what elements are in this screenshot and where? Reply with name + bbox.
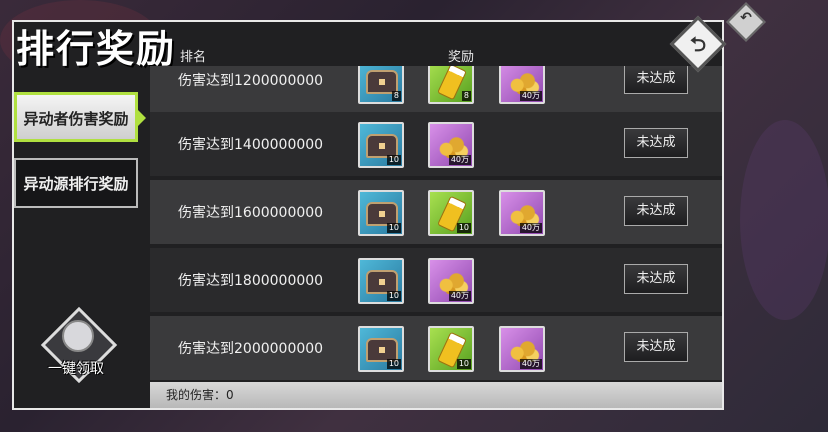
return-arrow-icon: ↶ [740,10,752,26]
item-quantity: 10 [386,223,401,233]
claim-status-button[interactable]: 未达成 [624,128,688,158]
reward-row: 伤害达到1800000000 10 40万 未达成 [150,248,722,312]
tab-source-ranking-reward[interactable]: 异动源排行奖励 [14,158,138,208]
item-quantity: 40万 [448,291,471,301]
coins-reward-item[interactable]: 40万 [499,66,545,104]
chest-reward-item[interactable]: 8 [358,66,404,104]
damage-threshold-label: 伤害达到1600000000 [178,205,324,221]
item-quantity: 10 [386,291,401,301]
chest-reward-item[interactable]: 10 [358,190,404,236]
damage-threshold-label: 伤害达到1200000000 [178,73,324,89]
item-quantity: 40万 [519,223,542,233]
tab-survivor-damage-reward[interactable]: 异动者伤害奖励 [14,92,138,142]
item-quantity: 10 [456,359,471,369]
claim-status-button[interactable]: 未达成 [624,264,688,294]
reward-list[interactable]: 伤害达到1200000000 8 8 40万 未达成 伤害达到1400000000 10 40… [150,66,722,380]
item-quantity: 10 [386,155,401,165]
coins-reward-item[interactable]: 40万 [499,190,545,236]
claim-status-button[interactable]: 未达成 [624,196,688,226]
damage-threshold-label: 伤害达到2000000000 [178,341,324,357]
item-quantity: 8 [391,91,401,101]
page-title: 排行奖励 [16,26,177,71]
chest-reward-item[interactable]: 10 [358,258,404,304]
vial-reward-item[interactable]: 8 [428,66,474,104]
reward-row: 伤害达到1200000000 8 8 40万 未达成 [150,66,722,112]
claim-status-button[interactable]: 未达成 [624,332,688,362]
back-button[interactable]: ⮌ [669,15,727,73]
claim-status-button[interactable]: 未达成 [624,66,688,94]
character-portrait-icon [62,320,94,352]
reward-row: 伤害达到2000000000 10 10 40万 未达成 [150,316,722,380]
back-arrow-icon: ⮌ [689,32,707,56]
coins-reward-item[interactable]: 40万 [428,122,474,168]
claim-all-label: 一键领取 [48,361,104,377]
coins-reward-item[interactable]: 40万 [499,326,545,372]
item-quantity: 40万 [448,155,471,165]
chest-reward-item[interactable]: 10 [358,326,404,372]
reward-row: 伤害达到1600000000 10 10 40万 未达成 [150,180,722,244]
item-quantity: 10 [456,223,471,233]
active-tab-indicator [138,110,146,126]
item-quantity: 40万 [519,359,542,369]
item-quantity: 40万 [519,91,542,101]
vial-reward-item[interactable]: 10 [428,190,474,236]
damage-threshold-label: 伤害达到1800000000 [178,273,324,289]
reward-row: 伤害达到1400000000 10 40万 未达成 [150,112,722,176]
chest-reward-item[interactable]: 10 [358,122,404,168]
item-quantity: 10 [386,359,401,369]
my-damage-bar: 我的伤害：0 [150,382,722,408]
rank-column-header: 排名 [180,50,207,65]
reward-column-header: 奖励 [448,50,475,65]
secondary-back-button[interactable]: ↶ [726,2,766,42]
damage-threshold-label: 伤害达到1400000000 [178,137,324,153]
coins-reward-item[interactable]: 40万 [428,258,474,304]
vial-reward-item[interactable]: 10 [428,326,474,372]
claim-all-button[interactable]: 一键领取 [40,306,118,384]
item-quantity: 8 [461,91,471,101]
